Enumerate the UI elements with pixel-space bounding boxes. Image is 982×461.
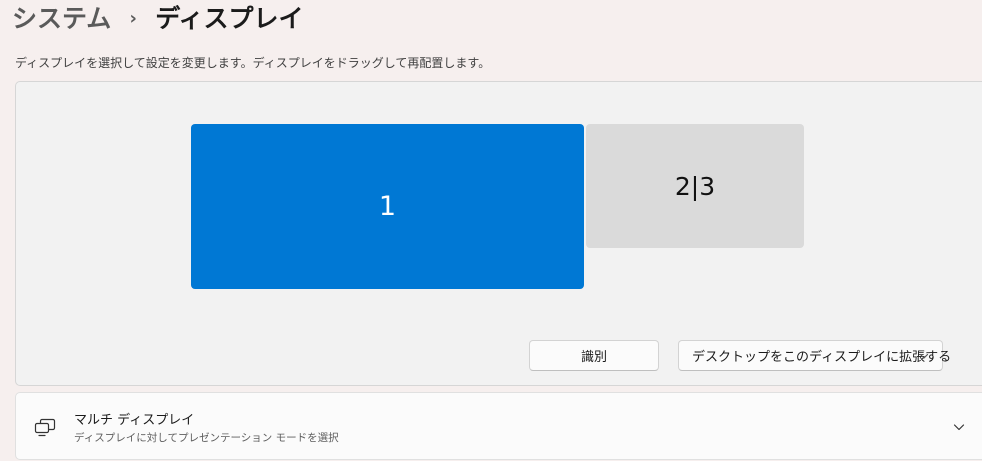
breadcrumb-parent-link[interactable]: システム: [12, 2, 111, 36]
multi-display-subtitle: ディスプレイに対してプレゼンテーション モードを選択: [74, 432, 339, 444]
display-mode-dropdown[interactable]: デスクトップをこのディスプレイに拡張する: [678, 340, 951, 371]
multi-display-expander[interactable]: マルチ ディスプレイ ディスプレイに対してプレゼンテーション モードを選択: [15, 392, 982, 460]
chevron-down-icon: [919, 353, 929, 359]
monitor-1-label: 1: [378, 191, 397, 222]
identify-button[interactable]: 識別: [529, 340, 659, 371]
page-title: ディスプレイ: [155, 4, 304, 33]
monitor-2-3-tile[interactable]: 2|3: [586, 124, 804, 248]
monitor-1-tile[interactable]: 1: [191, 124, 584, 289]
breadcrumb: システム › ディスプレイ: [12, 2, 304, 36]
breadcrumb-separator: ›: [129, 8, 137, 29]
multi-display-title: マルチ ディスプレイ: [74, 413, 195, 428]
chevron-down-icon[interactable]: [952, 420, 966, 434]
monitor-2-3-label: 2|3: [674, 171, 716, 201]
arrangement-description: ディスプレイを選択して設定を変更します。ディスプレイをドラッグして再配置します。: [15, 56, 491, 70]
identify-button-label: 識別: [580, 350, 607, 365]
display-arrangement-panel: 1 2|3 識別 デスクトップをこのディスプレイに拡張する: [15, 81, 982, 386]
multi-monitor-icon: [34, 418, 56, 437]
display-mode-value: デスクトップをこのディスプレイに拡張する: [692, 350, 952, 365]
